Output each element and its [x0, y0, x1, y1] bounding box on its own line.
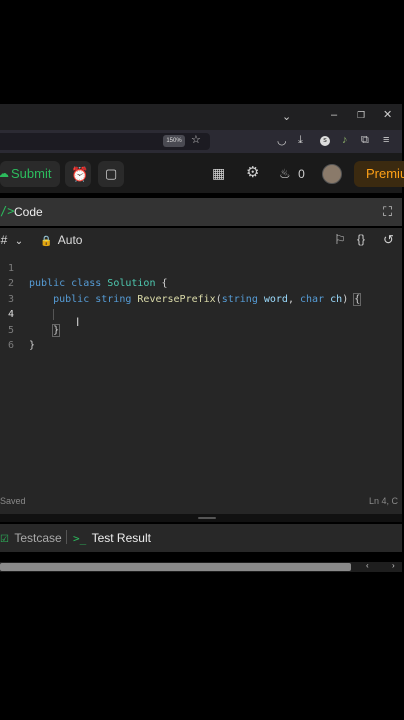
line-number: 2: [7, 278, 14, 289]
close-icon[interactable]: ✕: [383, 110, 392, 121]
submit-label: Submit: [11, 166, 52, 181]
code-toolbar: C# ⌄ 🔒 Auto ⚐ {} ↺: [0, 228, 402, 252]
minimize-icon[interactable]: –: [331, 110, 337, 121]
checkbox-icon: ☑: [0, 534, 9, 545]
scroll-right-icon[interactable]: ›: [392, 562, 395, 570]
terminal-icon: >_: [73, 532, 87, 545]
alarm-clock-icon: ⏰: [71, 166, 89, 182]
submit-button[interactable]: ☁ Submit: [0, 161, 60, 187]
browser-titlebar: ⌄ – ❐ ✕: [0, 104, 402, 130]
chevron-down-icon[interactable]: ⌄: [282, 112, 291, 123]
browser-toolbar: ☆ ◡ ⤓ s ♪ ⧉ ≡: [0, 130, 402, 153]
line-number: 4: [7, 309, 14, 320]
streak-counter[interactable]: ♨ 0: [279, 165, 305, 183]
notes-button[interactable]: ▢: [98, 161, 124, 187]
line-number: 3: [7, 294, 14, 305]
note-icon: ▢: [105, 166, 118, 181]
menu-icon[interactable]: ≡: [383, 135, 389, 146]
extensions-icon[interactable]: ⧉: [361, 135, 369, 146]
panel-resize-handle[interactable]: [0, 514, 402, 522]
tab-testcase[interactable]: ☑ Testcase: [0, 531, 62, 545]
extension-badge-icon[interactable]: s: [320, 136, 330, 146]
gear-icon[interactable]: ⚙: [246, 165, 259, 180]
tab-test-result[interactable]: >_ Test Result: [73, 531, 151, 545]
divider: [66, 530, 67, 544]
editor-status-bar: Saved Ln 4, C: [0, 492, 402, 510]
zoom-level-badge[interactable]: 150%: [163, 135, 185, 147]
format-code-icon[interactable]: {}: [357, 233, 365, 245]
autocomplete-label: Auto: [57, 233, 83, 247]
pocket-icon[interactable]: ◡: [277, 136, 287, 147]
cloud-upload-icon: ☁: [0, 168, 9, 180]
code-brackets-icon: />: [0, 204, 15, 218]
test-result-label: Test Result: [91, 531, 151, 545]
language-label: C#: [0, 233, 8, 247]
tab-code[interactable]: Code: [14, 205, 43, 219]
music-icon[interactable]: ♪: [342, 135, 348, 146]
star-icon[interactable]: ☆: [191, 135, 201, 146]
scrollbar-thumb[interactable]: [0, 563, 351, 571]
avatar[interactable]: [322, 164, 342, 184]
streak-count: 0: [298, 167, 305, 181]
cursor-position: Ln 4, C: [369, 496, 399, 506]
scroll-left-icon[interactable]: ‹: [366, 562, 369, 570]
code-line: }: [52, 324, 61, 337]
maximize-icon[interactable]: ⛶: [383, 205, 392, 218]
text-cursor-icon: I: [76, 315, 80, 329]
premium-button[interactable]: Premiu: [354, 161, 404, 187]
test-tab-bar: ☑ Testcase >_ Test Result: [0, 524, 402, 552]
fire-icon: ♨: [279, 166, 291, 181]
download-icon[interactable]: ⤓: [298, 135, 303, 146]
code-tab-bar: /> Code ⛶: [0, 198, 402, 226]
layout-grid-icon[interactable]: ▦: [212, 166, 225, 180]
code-line: }: [29, 340, 36, 351]
code-line: [29, 309, 61, 320]
code-line: public class Solution {: [29, 278, 168, 289]
restore-icon[interactable]: ❐: [357, 111, 365, 120]
line-number: 6: [7, 340, 14, 351]
reset-icon[interactable]: ↺: [383, 233, 394, 246]
testcase-label: Testcase: [14, 531, 62, 545]
code-line: public string ReversePrefix(string word,…: [53, 293, 362, 306]
chevron-down-icon: ⌄: [14, 236, 24, 247]
line-number: 1: [7, 263, 14, 274]
line-number: 5: [7, 325, 14, 336]
lock-icon: 🔒: [40, 236, 53, 247]
saved-status: Saved: [0, 496, 26, 506]
autocomplete-toggle[interactable]: 🔒 Auto: [40, 233, 82, 247]
bookmark-icon[interactable]: ⚐: [334, 233, 346, 246]
timer-button[interactable]: ⏰: [65, 161, 91, 187]
language-select[interactable]: C# ⌄: [0, 233, 23, 247]
code-editor[interactable]: 1 2 3 4 5 6 public class Solution { publ…: [0, 252, 402, 514]
